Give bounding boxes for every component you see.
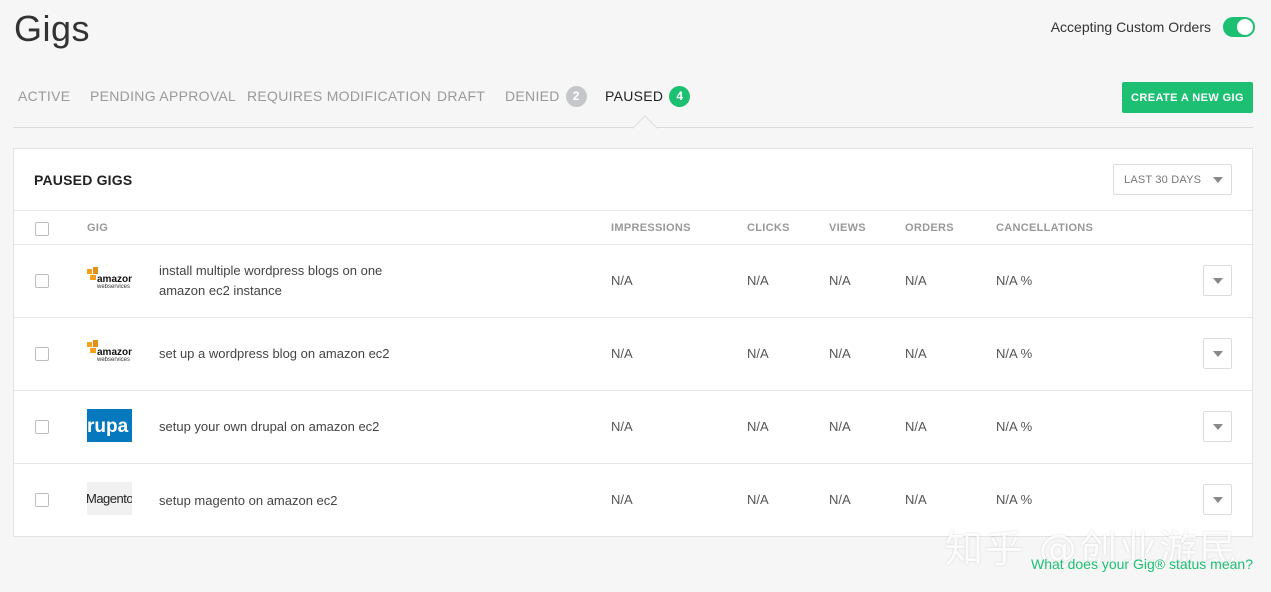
column-header-orders: ORDERS [905,222,954,234]
orders-cell: N/A [905,492,927,507]
gig-title[interactable]: setup magento on amazon ec2 [159,491,419,511]
cancellations-cell: N/A % [996,273,1033,288]
gig-thumbnail-magento[interactable]: Magento [87,482,132,515]
tab-label: DENIED [505,88,560,104]
custom-orders-setting: Accepting Custom Orders [1051,17,1255,37]
row-actions-dropdown[interactable] [1203,411,1232,442]
tab-active[interactable]: ACTIVE [18,81,70,111]
tab-paused[interactable]: PAUSED 4 [605,81,691,111]
impressions-cell: N/A [611,273,633,288]
clicks-cell: N/A [747,273,769,288]
thumb-subtext: webservices [96,357,130,363]
custom-orders-toggle[interactable] [1223,17,1255,37]
chevron-down-icon [1212,496,1223,503]
cancellations-cell: N/A % [996,346,1033,361]
chevron-down-icon [1212,277,1223,284]
row-actions-dropdown[interactable] [1203,338,1232,369]
cancellations-cell: N/A % [996,492,1033,507]
row-checkbox[interactable] [35,274,49,288]
create-new-gig-button[interactable]: CREATE A NEW GIG [1122,82,1253,113]
clicks-cell: N/A [747,492,769,507]
gig-thumbnail-amazon[interactable]: amazon webservices [87,263,132,296]
tab-denied[interactable]: DENIED 2 [505,81,587,111]
row-checkbox[interactable] [35,493,49,507]
row-checkbox[interactable] [35,347,49,361]
views-cell: N/A [829,273,851,288]
views-cell: N/A [829,419,851,434]
column-header-clicks: CLICKS [747,222,790,234]
table-header: GIG IMPRESSIONS CLICKS VIEWS ORDERS CANC… [14,211,1252,245]
impressions-cell: N/A [611,492,633,507]
orders-cell: N/A [905,419,927,434]
column-header-impressions: IMPRESSIONS [611,222,691,234]
denied-count-badge: 2 [565,85,587,107]
gig-status-help-link[interactable]: What does your Gig® status mean? [1031,556,1253,572]
gig-title[interactable]: install multiple wordpress blogs on one … [159,261,419,301]
row-actions-dropdown[interactable] [1203,484,1232,515]
cancellations-cell: N/A % [996,419,1033,434]
select-all-checkbox[interactable] [35,222,49,236]
tab-label: ACTIVE [18,88,71,104]
panel-title: PAUSED GIGS [34,172,133,188]
table-row: rupa setup your own drupal on amazon ec2… [14,391,1252,464]
thumb-text: rupa [87,416,129,437]
gig-thumbnail-drupal[interactable]: rupa [87,409,132,442]
paused-gigs-panel: PAUSED GIGS LAST 30 DAYS GIG IMPRESSIONS… [13,148,1253,537]
date-range-label: LAST 30 DAYS [1124,173,1202,186]
row-actions-dropdown[interactable] [1203,265,1232,296]
chevron-down-icon [1212,350,1223,357]
thumb-subtext: webservices [96,284,130,290]
orders-cell: N/A [905,346,927,361]
table-row: amazon webservices install multiple word… [14,245,1252,318]
impressions-cell: N/A [611,346,633,361]
chevron-down-icon [1213,176,1224,183]
tab-pending-approval[interactable]: PENDING APPROVAL [90,81,236,111]
column-header-views: VIEWS [829,222,866,234]
page-title: Gigs [14,8,91,49]
orders-cell: N/A [905,273,927,288]
tab-requires-modification[interactable]: REQUIRES MODIFICATION [247,81,431,111]
gig-title[interactable]: set up a wordpress blog on amazon ec2 [159,344,419,364]
paused-count-badge: 4 [669,85,691,107]
gig-title[interactable]: setup your own drupal on amazon ec2 [159,417,419,437]
tab-label: PAUSED [605,88,664,104]
panel-header: PAUSED GIGS LAST 30 DAYS [14,149,1252,211]
clicks-cell: N/A [747,346,769,361]
table-row: amazon webservices set up a wordpress bl… [14,318,1252,391]
views-cell: N/A [829,492,851,507]
views-cell: N/A [829,346,851,361]
tab-label: REQUIRES MODIFICATION [247,88,432,104]
tab-label: DRAFT [437,88,486,104]
gig-thumbnail-amazon[interactable]: amazon webservices [87,336,132,369]
active-tab-indicator [632,115,658,141]
table-row: Magento setup magento on amazon ec2 N/A … [14,464,1252,537]
thumb-text: Magento [87,491,132,506]
date-range-dropdown[interactable]: LAST 30 DAYS [1113,164,1232,195]
impressions-cell: N/A [611,419,633,434]
column-header-gig: GIG [87,222,109,234]
clicks-cell: N/A [747,419,769,434]
tab-label: PENDING APPROVAL [90,88,237,104]
toggle-knob [1237,19,1253,35]
chevron-down-icon [1212,423,1223,430]
custom-orders-label: Accepting Custom Orders [1050,19,1211,35]
status-tabs: ACTIVE PENDING APPROVAL REQUIRES MODIFIC… [13,81,1253,141]
column-header-cancellations: CANCELLATIONS [996,222,1094,234]
tab-draft[interactable]: DRAFT [437,81,485,111]
row-checkbox[interactable] [35,420,49,434]
